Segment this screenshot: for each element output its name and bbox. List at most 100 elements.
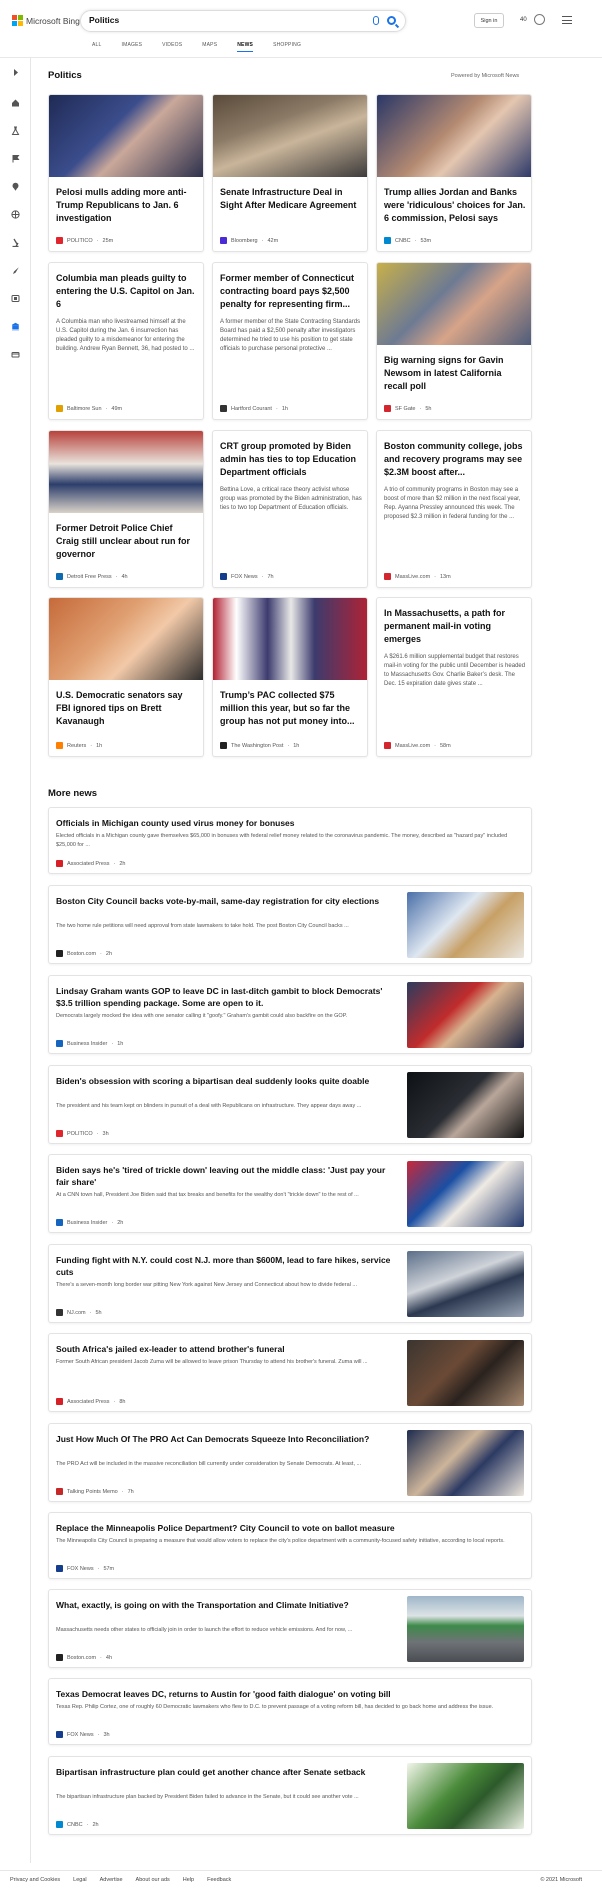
news-card-source[interactable]: MassLive.com · 58m: [384, 742, 451, 749]
footer-link[interactable]: Legal: [73, 1877, 86, 1883]
news-card-title[interactable]: Boston community college, jobs and recov…: [384, 440, 526, 479]
news-card-source[interactable]: Detroit Free Press · 4h: [56, 573, 128, 580]
news-card-image[interactable]: [49, 95, 203, 177]
more-news-title[interactable]: Biden says he's 'tired of trickle down' …: [56, 1164, 396, 1188]
footer-link[interactable]: Feedback: [207, 1877, 231, 1883]
news-card-title[interactable]: Trump’s PAC collected $75 million this y…: [220, 689, 362, 728]
news-card-source[interactable]: The Washington Post · 1h: [220, 742, 299, 749]
news-card-source[interactable]: POLITICO · 25m: [56, 237, 113, 244]
bank-icon[interactable]: [11, 322, 20, 331]
news-card[interactable]: U.S. Democratic senators say FBI ignored…: [48, 597, 204, 757]
more-news-image[interactable]: [407, 1072, 524, 1138]
more-news-source[interactable]: FOX News · 57m: [56, 1565, 114, 1572]
expand-icon[interactable]: [11, 68, 20, 77]
tab-all[interactable]: ALL: [92, 42, 102, 52]
more-news-item[interactable]: Replace the Minneapolis Police Departmen…: [48, 1512, 532, 1579]
news-card-image[interactable]: [49, 598, 203, 680]
more-news-item[interactable]: Biden's obsession with scoring a biparti…: [48, 1065, 532, 1144]
news-card-source[interactable]: Baltimore Sun · 49m: [56, 405, 122, 412]
more-news-source[interactable]: Boston.com · 4h: [56, 1654, 112, 1661]
location-icon[interactable]: [11, 182, 20, 191]
flask-icon[interactable]: [11, 126, 20, 135]
news-card-title[interactable]: In Massachusetts, a path for permanent m…: [384, 607, 526, 646]
more-news-source[interactable]: Associated Press · 2h: [56, 860, 125, 867]
news-card[interactable]: Columbia man pleads guilty to entering t…: [48, 262, 204, 420]
more-news-title[interactable]: What, exactly, is going on with the Tran…: [56, 1599, 396, 1611]
bing-logo[interactable]: Microsoft Bing: [12, 15, 80, 26]
news-card-title[interactable]: U.S. Democratic senators say FBI ignored…: [56, 689, 198, 728]
more-news-image[interactable]: [407, 1340, 524, 1406]
news-card-title[interactable]: Columbia man pleads guilty to entering t…: [56, 272, 198, 311]
more-news-item[interactable]: Lindsay Graham wants GOP to leave DC in …: [48, 975, 532, 1054]
more-news-source[interactable]: NJ.com · 5h: [56, 1309, 102, 1316]
more-news-item[interactable]: Biden says he's 'tired of trickle down' …: [48, 1154, 532, 1233]
more-news-image[interactable]: [407, 1596, 524, 1662]
more-news-title[interactable]: Boston City Council backs vote-by-mail, …: [56, 895, 396, 907]
footer-link[interactable]: Help: [183, 1877, 194, 1883]
more-news-title[interactable]: Biden's obsession with scoring a biparti…: [56, 1075, 396, 1087]
search-input[interactable]: [89, 15, 349, 25]
home-icon[interactable]: [11, 98, 20, 107]
more-news-image[interactable]: [407, 1763, 524, 1829]
more-news-title[interactable]: South Africa's jailed ex-leader to atten…: [56, 1343, 396, 1355]
more-news-title[interactable]: Texas Democrat leaves DC, returns to Aus…: [56, 1688, 524, 1700]
rocket-icon[interactable]: [11, 266, 20, 275]
news-card-title[interactable]: Former member of Connecticut contracting…: [220, 272, 362, 311]
footer-link[interactable]: Privacy and Cookies: [10, 1877, 60, 1883]
more-news-title[interactable]: Lindsay Graham wants GOP to leave DC in …: [56, 985, 396, 1009]
more-news-item[interactable]: What, exactly, is going on with the Tran…: [48, 1589, 532, 1668]
news-card[interactable]: Big warning signs for Gavin Newsom in la…: [376, 262, 532, 420]
news-card-source[interactable]: CNBC · 53m: [384, 237, 431, 244]
news-card[interactable]: Boston community college, jobs and recov…: [376, 430, 532, 588]
rewards-icon[interactable]: [534, 14, 545, 25]
more-news-item[interactable]: Texas Democrat leaves DC, returns to Aus…: [48, 1678, 532, 1745]
news-card-source[interactable]: Reuters · 1h: [56, 742, 102, 749]
more-news-title[interactable]: Funding fight with N.Y. could cost N.J. …: [56, 1254, 396, 1278]
more-news-source[interactable]: Business Insider · 1h: [56, 1040, 123, 1047]
news-card-image[interactable]: [377, 263, 531, 345]
flag-icon[interactable]: [11, 154, 20, 163]
globe-icon[interactable]: [11, 210, 20, 219]
news-card-image[interactable]: [49, 431, 203, 513]
more-news-title[interactable]: Officials in Michigan county used virus …: [56, 817, 524, 829]
footer-link[interactable]: Advertise: [100, 1877, 123, 1883]
news-card-source[interactable]: Bloomberg · 42m: [220, 237, 278, 244]
news-card[interactable]: Trump’s PAC collected $75 million this y…: [212, 597, 368, 757]
more-news-source[interactable]: Talking Points Memo · 7h: [56, 1488, 134, 1495]
tab-shopping[interactable]: SHOPPING: [273, 42, 301, 52]
menu-icon[interactable]: [562, 16, 572, 27]
news-card-title[interactable]: Trump allies Jordan and Banks were 'ridi…: [384, 186, 526, 225]
more-news-image[interactable]: [407, 892, 524, 958]
news-card[interactable]: Senate Infrastructure Deal in Sight Afte…: [212, 94, 368, 252]
film-icon[interactable]: [11, 294, 20, 303]
microscope-icon[interactable]: [11, 238, 20, 247]
more-news-source[interactable]: POLITICO · 3h: [56, 1130, 109, 1137]
news-card-title[interactable]: Big warning signs for Gavin Newsom in la…: [384, 354, 526, 393]
more-news-source[interactable]: Associated Press · 8h: [56, 1398, 125, 1405]
tab-images[interactable]: IMAGES: [122, 42, 143, 52]
more-news-image[interactable]: [407, 1161, 524, 1227]
search-icon[interactable]: [387, 16, 396, 25]
more-news-image[interactable]: [407, 1251, 524, 1317]
money-icon[interactable]: [11, 350, 20, 359]
rewards-points[interactable]: 40: [520, 17, 527, 23]
sign-in-button[interactable]: Sign in: [474, 13, 504, 28]
news-card-source[interactable]: MassLive.com · 13m: [384, 573, 451, 580]
search-box[interactable]: [80, 10, 406, 32]
news-card-image[interactable]: [377, 95, 531, 177]
news-card-title[interactable]: Pelosi mulls adding more anti-Trump Repu…: [56, 186, 198, 225]
more-news-title[interactable]: Bipartisan infrastructure plan could get…: [56, 1766, 396, 1778]
more-news-title[interactable]: Just How Much Of The PRO Act Can Democra…: [56, 1433, 396, 1445]
tab-news[interactable]: NEWS: [237, 42, 254, 52]
more-news-source[interactable]: Boston.com · 2h: [56, 950, 112, 957]
news-card-image[interactable]: [213, 95, 367, 177]
more-news-item[interactable]: South Africa's jailed ex-leader to atten…: [48, 1333, 532, 1412]
more-news-source[interactable]: CNBC · 2h: [56, 1821, 99, 1828]
more-news-item[interactable]: Officials in Michigan county used virus …: [48, 807, 532, 874]
news-card[interactable]: Former member of Connecticut contracting…: [212, 262, 368, 420]
news-card-title[interactable]: CRT group promoted by Biden admin has ti…: [220, 440, 362, 479]
more-news-image[interactable]: [407, 982, 524, 1048]
news-card[interactable]: Former Detroit Police Chief Craig still …: [48, 430, 204, 588]
more-news-source[interactable]: FOX News · 3h: [56, 1731, 110, 1738]
news-card[interactable]: In Massachusetts, a path for permanent m…: [376, 597, 532, 757]
